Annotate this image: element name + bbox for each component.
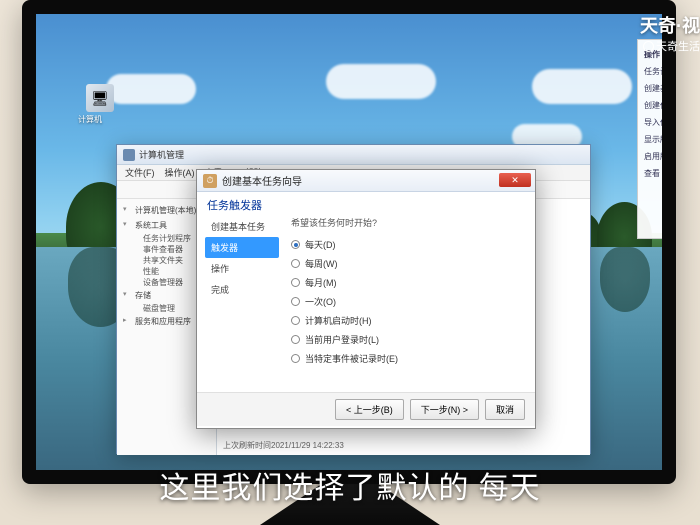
status-text: 上次刷新时间2021/11/29 14:22:33 [223, 440, 344, 451]
actions-panel: 操作 任务计划程序 创建基本任务... 创建任务... 导入任务... 显示所有… [637, 39, 662, 239]
radio-label: 当特定事件被记录时(E) [305, 352, 398, 365]
watermark-sub: 天奇生活 [643, 38, 700, 54]
desktop-icon-label: 计算机 [78, 114, 102, 125]
wizard-steps: 创建基本任务 触发器 操作 完成 [205, 216, 279, 388]
back-button[interactable]: < 上一步(B) [335, 399, 404, 420]
dialog-heading: 任务触发器 [197, 192, 535, 212]
wizard-content: 希望该任务何时开始? 每天(D) 每周(W) 每月(M) 一次(O) 计算机启动… [279, 216, 527, 388]
radio-label: 当前用户登录时(L) [305, 333, 379, 346]
dialog-footer: < 上一步(B) 下一步(N) > 取消 [197, 392, 535, 426]
cancel-button[interactable]: 取消 [485, 399, 525, 420]
lens-icon [643, 41, 654, 52]
watermark-sub-text: 天奇生活 [656, 38, 700, 54]
screen: 🖥 计算机 计算机管理 文件(F) 操作(A) 查看(V) 帮助(H) 计算机管… [36, 14, 662, 470]
create-task-wizard: ⏱ 创建基本任务向导 ✕ 任务触发器 创建基本任务 触发器 操作 完成 希望该任… [196, 169, 536, 429]
radio-icon [291, 240, 300, 249]
close-icon[interactable]: ✕ [499, 173, 531, 187]
dialog-titlebar[interactable]: ⏱ 创建基本任务向导 ✕ [197, 170, 535, 192]
radio-label: 一次(O) [305, 295, 336, 308]
radio-icon [291, 259, 300, 268]
step-item[interactable]: 操作 [205, 258, 279, 279]
action-item[interactable]: 创建基本任务... [644, 80, 662, 97]
radio-icon [291, 335, 300, 344]
radio-label: 每天(D) [305, 238, 336, 251]
action-item[interactable]: 导入任务... [644, 114, 662, 131]
step-item-selected[interactable]: 触发器 [205, 237, 279, 258]
cloud [326, 64, 436, 99]
radio-label: 计算机启动时(H) [305, 314, 372, 327]
menu-file[interactable]: 文件(F) [125, 166, 155, 179]
radio-logon[interactable]: 当前用户登录时(L) [291, 330, 527, 349]
action-item[interactable]: 创建任务... [644, 97, 662, 114]
monitor-bezel: 🖥 计算机 计算机管理 文件(F) 操作(A) 查看(V) 帮助(H) 计算机管… [22, 0, 676, 484]
action-item[interactable]: 任务计划程序 [644, 63, 662, 80]
radio-monthly[interactable]: 每月(M) [291, 273, 527, 292]
radio-once[interactable]: 一次(O) [291, 292, 527, 311]
radio-daily[interactable]: 每天(D) [291, 235, 527, 254]
window-title: 计算机管理 [139, 148, 184, 161]
radio-label: 每月(M) [305, 276, 337, 289]
radio-icon [291, 316, 300, 325]
prompt-label: 希望该任务何时开始? [291, 216, 527, 229]
radio-icon [291, 354, 300, 363]
menu-action[interactable]: 操作(A) [165, 166, 195, 179]
radio-event[interactable]: 当特定事件被记录时(E) [291, 349, 527, 368]
clock-icon: ⏱ [203, 174, 217, 188]
action-item[interactable]: 启用所有任务历史 [644, 148, 662, 165]
radio-icon [291, 278, 300, 287]
action-item[interactable]: 显示所有正在运行... [644, 131, 662, 148]
app-icon [123, 149, 135, 161]
dialog-body: 创建基本任务 触发器 操作 完成 希望该任务何时开始? 每天(D) 每周(W) … [197, 212, 535, 392]
cloud [532, 69, 632, 104]
radio-weekly[interactable]: 每周(W) [291, 254, 527, 273]
window-titlebar[interactable]: 计算机管理 [117, 145, 590, 165]
radio-label: 每周(W) [305, 257, 338, 270]
radio-startup[interactable]: 计算机启动时(H) [291, 311, 527, 330]
watermark-brand: 天奇·视 [640, 12, 700, 38]
desktop-computer-icon[interactable]: 🖥 [86, 84, 114, 112]
cloud [106, 74, 196, 104]
step-item[interactable]: 完成 [205, 279, 279, 300]
radio-icon [291, 297, 300, 306]
action-item[interactable]: 查看 [644, 165, 662, 182]
next-button[interactable]: 下一步(N) > [410, 399, 479, 420]
video-subtitle: 这里我们选择了默认的 每天 [0, 463, 700, 507]
step-item[interactable]: 创建基本任务 [205, 216, 279, 237]
tree-reflection [600, 247, 650, 312]
dialog-title: 创建基本任务向导 [222, 173, 302, 188]
